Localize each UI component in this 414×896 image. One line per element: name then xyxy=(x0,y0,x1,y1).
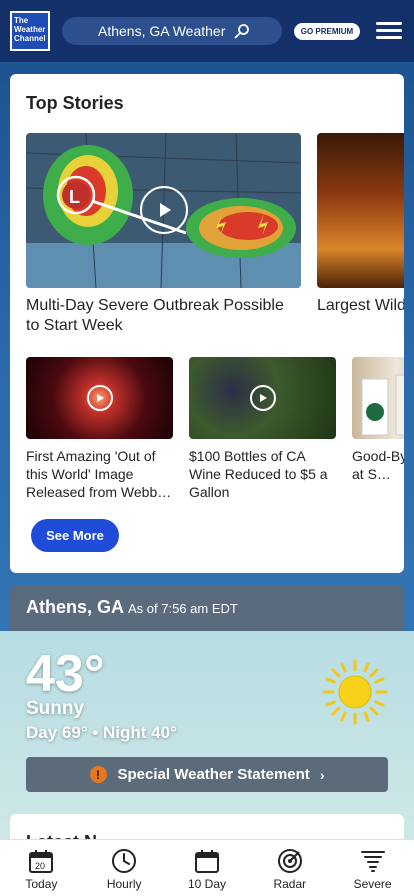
top-stories-card: Top Stories L Multi-Day Severe Outbreak … xyxy=(10,74,404,573)
current-temperature: 43° xyxy=(26,645,105,703)
story-image-severe-outbreak[interactable]: L xyxy=(26,133,301,288)
bottom-navigation: 20 Today Hourly 10 Day Radar Severe xyxy=(0,839,414,896)
weather-channel-logo[interactable]: The Weather Channel xyxy=(10,11,50,51)
calendar-day-icon: 20 xyxy=(29,850,54,873)
nav-today[interactable]: 20 Today xyxy=(0,840,83,896)
current-condition: Sunny xyxy=(26,698,85,719)
current-conditions-panel[interactable]: 43° Sunny Day 69° • Night 40° ! Special … xyxy=(0,631,414,841)
play-video-icon[interactable] xyxy=(250,385,276,411)
nav-severe[interactable]: Severe xyxy=(331,840,414,896)
hamburger-menu-icon[interactable] xyxy=(376,22,402,40)
clock-icon xyxy=(112,849,137,873)
radar-icon xyxy=(277,849,302,873)
special-weather-statement-button[interactable]: ! Special Weather Statement › xyxy=(26,757,388,792)
calendar-day-number: 20 xyxy=(35,861,45,871)
story-caption-webb[interactable]: First Amazing 'Out of this World' Image … xyxy=(26,447,173,501)
sun-icon xyxy=(322,659,388,725)
alert-warning-icon: ! xyxy=(89,766,107,783)
tornado-icon xyxy=(360,851,385,872)
nav-hourly[interactable]: Hourly xyxy=(83,840,166,896)
alert-label: Special Weather Statement xyxy=(117,766,310,783)
search-icon[interactable] xyxy=(234,23,250,39)
nav-label-hourly: Hourly xyxy=(106,877,142,891)
story-caption-wine[interactable]: $100 Bottles of CA Wine Reduced to $5 a … xyxy=(189,447,336,501)
see-more-button[interactable]: See More xyxy=(31,519,119,552)
search-text: Athens, GA Weather xyxy=(98,23,226,39)
chevron-right-icon: › xyxy=(319,766,325,783)
coffee-cups-image xyxy=(361,374,404,436)
play-video-icon[interactable] xyxy=(140,186,188,234)
svg-text:L: L xyxy=(69,187,80,207)
nav-label-radar: Radar xyxy=(273,877,307,891)
as-of-time: As of 7:56 am EDT xyxy=(128,601,238,616)
story-caption-severe-outbreak[interactable]: Multi-Day Severe Outbreak Possible to St… xyxy=(26,296,301,336)
day-night-temps: Day 69° • Night 40° xyxy=(26,723,177,742)
go-premium-button[interactable]: GO PREMIUM xyxy=(294,23,360,40)
nav-label-severe: Severe xyxy=(353,877,392,891)
search-bar[interactable]: Athens, GA Weather xyxy=(62,17,282,45)
top-stories-title: Top Stories xyxy=(26,93,124,113)
app-header: The Weather Channel Athens, GA Weather G… xyxy=(0,0,414,62)
nav-label-today: Today xyxy=(25,877,58,891)
story-thumbnail-webb[interactable] xyxy=(26,357,173,439)
logo-text: The Weather Channel xyxy=(12,13,48,49)
calendar-icon xyxy=(194,850,219,873)
nav-radar[interactable]: Radar xyxy=(248,840,331,896)
story-thumbnail-cups[interactable] xyxy=(352,357,404,439)
current-conditions-header[interactable]: Athens, GA As of 7:56 am EDT xyxy=(10,585,404,631)
story-caption-cups[interactable]: Good-By… Cups at S… xyxy=(352,447,404,483)
story-caption-wildfire[interactable]: Largest Wild… Continues to… xyxy=(317,296,404,316)
play-video-icon[interactable] xyxy=(87,385,113,411)
nav-label-10-day: 10 Day xyxy=(187,877,226,891)
location-name: Athens, GA xyxy=(26,597,125,617)
story-image-wildfire[interactable] xyxy=(317,133,404,288)
nav-10-day[interactable]: 10 Day xyxy=(166,840,249,896)
story-thumbnail-wine[interactable] xyxy=(189,357,336,439)
